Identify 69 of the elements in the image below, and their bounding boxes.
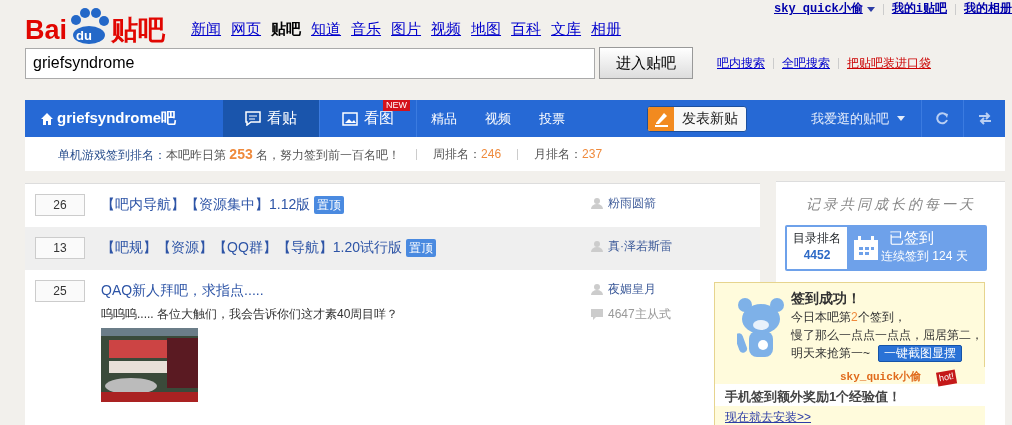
- monthly-rank: 月排名：237: [534, 146, 603, 163]
- weekly-rank: 周排名：246: [433, 146, 502, 163]
- nav-link[interactable]: 贴吧: [271, 17, 302, 40]
- nav-link[interactable]: 文库: [551, 17, 582, 40]
- streak-text: 连续签到 124 天: [881, 248, 968, 265]
- new-badge: NEW: [383, 100, 410, 111]
- nav-link[interactable]: 百科: [511, 17, 542, 40]
- hot-badge: hot!: [935, 369, 958, 387]
- username-text: sky_quick小偷: [840, 369, 922, 385]
- forum-tab[interactable]: 投票: [525, 100, 579, 137]
- nav-link[interactable]: 网页: [231, 17, 262, 40]
- popup-text: 慢了那么一点点一点点，屈居第二，: [791, 327, 983, 344]
- thread-title-link[interactable]: 【吧规】【资源】【QQ群】【导航】1.20试行版: [101, 237, 403, 258]
- image-icon: [342, 111, 358, 126]
- reply-count: 26: [35, 194, 85, 216]
- popup-title: 签到成功！: [791, 289, 862, 307]
- nav-link[interactable]: 地图: [471, 17, 502, 40]
- bear-mascot-drawing: [737, 295, 787, 359]
- refresh-icon: [936, 112, 949, 125]
- person-icon: [591, 197, 603, 209]
- install-link[interactable]: 现在就去安装>>: [725, 409, 811, 424]
- paw-logo-icon: du: [67, 8, 112, 44]
- enter-forum-button[interactable]: 进入贴吧: [599, 47, 693, 79]
- ranking-text: 单机游戏签到排名：本吧昨日第 253 名，努力签到前一百名吧！: [58, 144, 401, 164]
- reply-info: 4647主从式: [608, 306, 671, 323]
- reply-count: 13: [35, 237, 85, 259]
- comment-icon: [591, 308, 603, 320]
- forum-tab[interactable]: 视频: [471, 100, 525, 137]
- nav-link[interactable]: 音乐: [351, 17, 382, 40]
- popup-text: 今日本吧第2个签到，: [791, 309, 907, 326]
- forum-name-link[interactable]: griefsyndrome吧: [25, 107, 223, 130]
- pinned-badge: 置顶: [406, 238, 437, 257]
- user-link[interactable]: 我的相册: [964, 0, 1012, 18]
- forum-tab[interactable]: 看贴: [223, 100, 320, 137]
- author-link[interactable]: 夜媚皇月: [608, 280, 656, 298]
- comment-icon: [245, 111, 261, 126]
- search-link[interactable]: 全吧搜索: [782, 54, 830, 72]
- search-field[interactable]: griefsyndrome: [25, 47, 595, 79]
- nav-link[interactable]: 图片: [391, 17, 422, 40]
- popup-text: 明天来抢第一~: [791, 345, 870, 362]
- calendar-icon: [853, 236, 879, 262]
- thread-title-link[interactable]: QAQ新人拜吧，求指点.....: [101, 280, 264, 301]
- forum-tab[interactable]: 精品: [417, 100, 471, 137]
- thread-title-link[interactable]: 【吧内导航】【资源集中】1.12版: [101, 194, 311, 215]
- favorite-forums-menu[interactable]: 我爱逛的贴吧: [795, 108, 921, 129]
- person-icon: [591, 240, 603, 252]
- reply-count: 25: [35, 280, 85, 302]
- thread-excerpt: 呜呜呜..... 各位大触们，我会告诉你们这才素40周目咩？: [101, 306, 400, 323]
- search-link[interactable]: 吧内搜索: [717, 54, 765, 72]
- pencil-icon: [653, 110, 669, 127]
- logo[interactable]: Bai du 贴吧: [25, 10, 166, 44]
- nav-link[interactable]: 知道: [311, 17, 342, 40]
- swap-icon: [978, 112, 991, 125]
- signed-status: 已签到: [888, 229, 935, 247]
- nav-link[interactable]: 相册: [591, 17, 622, 40]
- nav-link[interactable]: 新闻: [191, 17, 222, 40]
- search-link[interactable]: 把贴吧装进口袋: [847, 54, 931, 72]
- new-post-button[interactable]: 发表新贴: [647, 105, 747, 132]
- pinned-badge: 置顶: [314, 195, 345, 214]
- home-icon: [41, 112, 53, 125]
- sidebar-motto: 记录共同成长的每一天: [804, 195, 977, 214]
- person-icon: [591, 283, 603, 295]
- nav-link[interactable]: 视频: [431, 17, 462, 40]
- author-link[interactable]: 粉雨圆箭: [608, 194, 656, 212]
- directory-rank: 目录排名 4452: [787, 227, 847, 269]
- share-screenshot-button[interactable]: 一键截图显摆: [878, 344, 962, 362]
- author-link[interactable]: 真·泽若斯雷: [608, 237, 672, 255]
- mobile-reward-text: 手机签到额外奖励1个经验值！: [725, 388, 903, 406]
- caret-icon: [897, 116, 905, 121]
